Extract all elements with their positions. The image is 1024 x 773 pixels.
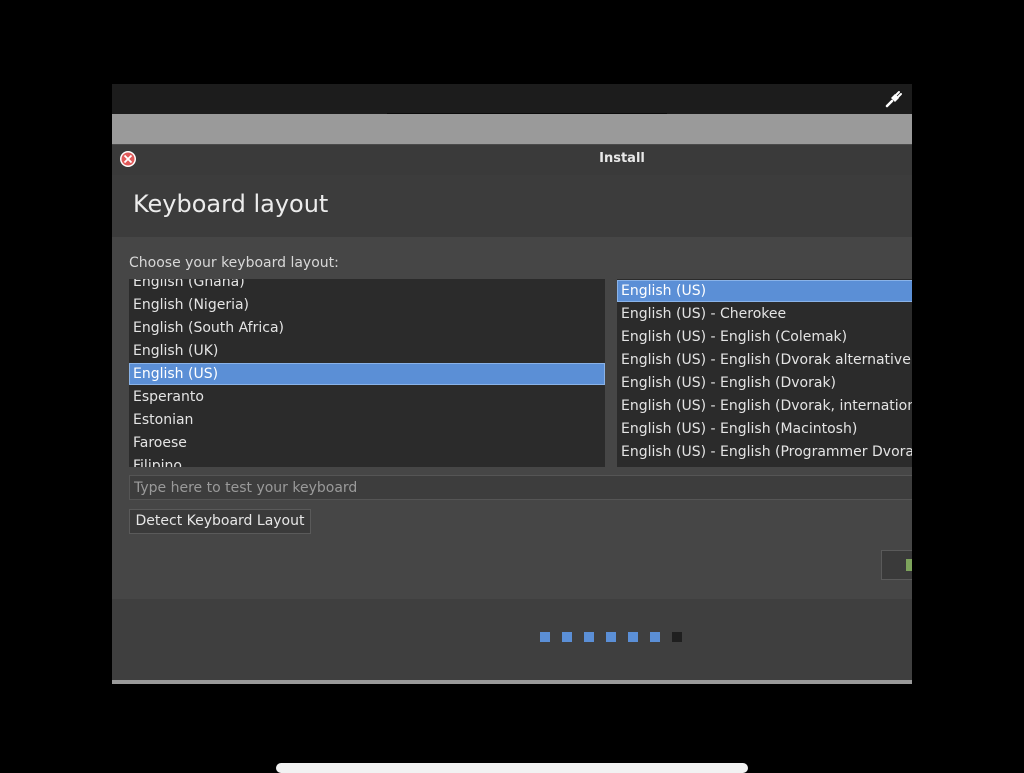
progress-step-dot [628, 632, 638, 642]
below-screen-bar [276, 763, 748, 773]
variant-list-item[interactable]: English (US) - English (Programmer Dvora… [617, 441, 912, 463]
layout-list-item[interactable]: Estonian [129, 409, 605, 431]
layout-list-item[interactable]: English (UK) [129, 340, 605, 362]
detect-layout-button[interactable]: Detect Keyboard Layout [129, 509, 311, 534]
layout-prompt: Choose your keyboard layout: [129, 255, 339, 271]
keyboard-test-input[interactable] [129, 475, 912, 500]
progress-steps [540, 632, 682, 642]
progress-step-dot [650, 632, 660, 642]
layout-list-item[interactable]: English (US) [129, 363, 605, 385]
variant-list-item[interactable]: English (US) - Cherokee [617, 303, 912, 325]
layout-list-item[interactable]: Faroese [129, 432, 605, 454]
layout-list-item[interactable]: English (Nigeria) [129, 294, 605, 316]
keyboard-layout-list[interactable]: English (Ghana) English (Nigeria) English … [129, 279, 605, 467]
install-window: Install Keyboard layout Choose your keyb… [112, 145, 912, 680]
layout-list-item[interactable]: English (Ghana) [129, 279, 605, 293]
layout-list-item[interactable]: Esperanto [129, 386, 605, 408]
edge-button-mark [906, 559, 912, 571]
variant-list-item[interactable]: English (US) [617, 280, 912, 302]
window-titlebar: Install [112, 145, 912, 175]
keyboard-variant-list[interactable]: English (US) English (US) - Cherokee Engli… [617, 279, 912, 467]
progress-footer [112, 599, 912, 680]
layout-list-item[interactable]: Filipino [129, 455, 605, 467]
variant-list-item[interactable]: English (US) - English (Macintosh) [617, 418, 912, 440]
variant-list-item[interactable]: English (US) - English (Dvorak alternati… [617, 349, 912, 371]
top-panel [112, 84, 912, 116]
variant-list-item[interactable]: English (US) - English (Dvorak) [617, 372, 912, 394]
variant-list-item[interactable]: English (US) - English (Dvorak, internat… [617, 395, 912, 417]
layout-list-item[interactable]: English (South Africa) [129, 317, 605, 339]
power-plug-icon[interactable] [884, 89, 904, 109]
installer-screen: Install Keyboard layout Choose your keyb… [112, 84, 912, 684]
progress-step-dot [606, 632, 616, 642]
desktop-bottom-strip [112, 680, 912, 684]
progress-step-dot [562, 632, 572, 642]
page-title: Keyboard layout [133, 190, 329, 218]
page-header: Keyboard layout [112, 175, 912, 237]
progress-step-dot [540, 632, 550, 642]
progress-step-dot [672, 632, 682, 642]
desktop-band [112, 114, 912, 144]
edge-button[interactable] [881, 550, 912, 580]
progress-step-dot [584, 632, 594, 642]
window-title: Install [599, 151, 645, 166]
variant-list-item[interactable]: English (US) - English (Colemak) [617, 326, 912, 348]
